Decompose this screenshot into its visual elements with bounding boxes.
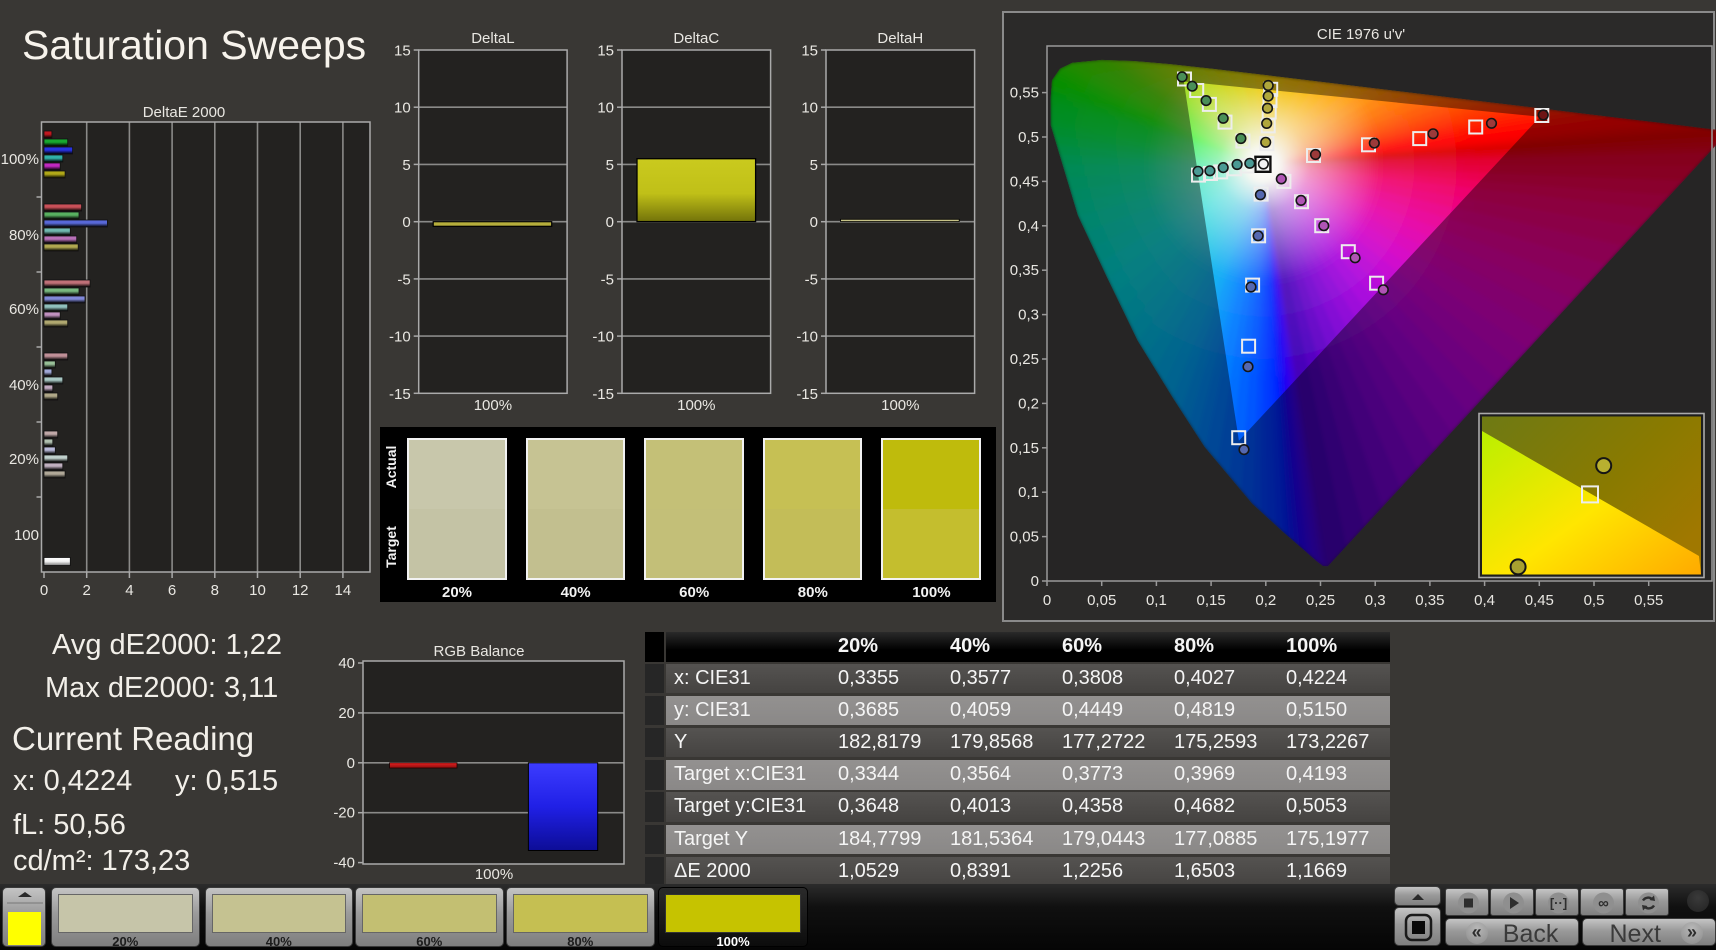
svg-text:0: 0: [347, 755, 355, 772]
svg-text:-10: -10: [796, 329, 818, 346]
svg-text:0,15: 0,15: [1010, 440, 1039, 457]
svg-text:DeltaC: DeltaC: [673, 30, 719, 47]
svg-text:[··]: [··]: [1550, 896, 1567, 911]
svg-text:10: 10: [801, 100, 818, 117]
svg-text:40: 40: [338, 655, 355, 672]
svg-text:0,3: 0,3: [1365, 592, 1386, 609]
svg-text:0,2: 0,2: [1018, 395, 1039, 412]
svg-text:5: 5: [810, 157, 818, 174]
svg-text:-15: -15: [592, 386, 614, 403]
svg-text:RGB Balance: RGB Balance: [434, 643, 525, 660]
svg-text:100: 100: [14, 527, 39, 544]
svg-text:0,05: 0,05: [1087, 592, 1116, 609]
svg-text:0,35: 0,35: [1010, 262, 1039, 279]
svg-text:0: 0: [402, 214, 410, 231]
svg-text:DeltaH: DeltaH: [877, 30, 923, 47]
svg-text:CIE 1976 u'v': CIE 1976 u'v': [1317, 26, 1405, 43]
svg-text:0: 0: [1043, 592, 1051, 609]
svg-text:0,3: 0,3: [1018, 307, 1039, 324]
svg-text:-10: -10: [389, 329, 411, 346]
svg-text:0,25: 0,25: [1010, 351, 1039, 368]
svg-text:0: 0: [40, 582, 48, 599]
svg-text:12: 12: [292, 582, 309, 599]
svg-text:6: 6: [168, 582, 176, 599]
svg-text:0,4: 0,4: [1474, 592, 1495, 609]
svg-text:-5: -5: [805, 271, 818, 288]
svg-text:DeltaL: DeltaL: [471, 30, 514, 47]
svg-text:15: 15: [394, 43, 411, 60]
svg-text:10: 10: [249, 582, 266, 599]
svg-text:80%: 80%: [9, 227, 39, 244]
svg-text:0,15: 0,15: [1196, 592, 1225, 609]
svg-text:0,25: 0,25: [1306, 592, 1335, 609]
svg-text:0: 0: [810, 214, 818, 231]
svg-text:100%: 100%: [881, 397, 919, 414]
svg-text:-5: -5: [601, 271, 614, 288]
svg-text:20%: 20%: [9, 451, 39, 468]
svg-text:20: 20: [338, 705, 355, 722]
svg-text:-40: -40: [333, 855, 355, 872]
svg-text:0,55: 0,55: [1634, 592, 1663, 609]
svg-text:14: 14: [335, 582, 352, 599]
svg-text:0,1: 0,1: [1018, 484, 1039, 501]
svg-text:10: 10: [597, 100, 614, 117]
svg-text:DeltaE 2000: DeltaE 2000: [143, 104, 226, 121]
svg-text:-10: -10: [592, 329, 614, 346]
svg-text:0,55: 0,55: [1010, 85, 1039, 102]
svg-text:∞: ∞: [1598, 895, 1609, 912]
svg-text:4: 4: [125, 582, 133, 599]
svg-text:100%: 100%: [1, 151, 39, 168]
svg-text:2: 2: [83, 582, 91, 599]
svg-text:-15: -15: [796, 386, 818, 403]
svg-text:0,5: 0,5: [1584, 592, 1605, 609]
svg-text:0,45: 0,45: [1525, 592, 1554, 609]
svg-text:100%: 100%: [677, 397, 715, 414]
svg-text:0,1: 0,1: [1146, 592, 1167, 609]
svg-text:8: 8: [211, 582, 219, 599]
svg-text:-5: -5: [397, 271, 410, 288]
svg-text:-15: -15: [389, 386, 411, 403]
svg-text:0: 0: [1031, 573, 1039, 590]
svg-text:0,4: 0,4: [1018, 218, 1039, 235]
svg-text:5: 5: [402, 157, 410, 174]
svg-text:10: 10: [394, 100, 411, 117]
svg-text:5: 5: [606, 157, 614, 174]
svg-text:0: 0: [606, 214, 614, 231]
svg-text:0,05: 0,05: [1010, 529, 1039, 546]
svg-text:0,35: 0,35: [1415, 592, 1444, 609]
svg-text:100%: 100%: [475, 866, 513, 883]
svg-text:40%: 40%: [9, 377, 39, 394]
svg-text:0,5: 0,5: [1018, 129, 1039, 146]
svg-text:-20: -20: [333, 805, 355, 822]
svg-text:0,45: 0,45: [1010, 173, 1039, 190]
svg-text:100%: 100%: [474, 397, 512, 414]
svg-text:0,2: 0,2: [1255, 592, 1276, 609]
svg-text:15: 15: [597, 43, 614, 60]
svg-text:60%: 60%: [9, 301, 39, 318]
svg-text:15: 15: [801, 43, 818, 60]
